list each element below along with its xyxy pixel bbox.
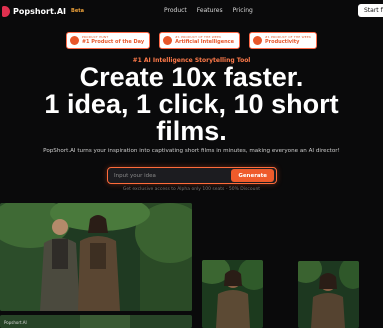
explorer-portrait-image <box>202 260 263 328</box>
nav-features[interactable]: Features <box>197 7 223 14</box>
badge-productivity[interactable]: #1 PRODUCT OF THE WEEK Productivity <box>249 32 318 49</box>
beta-badge: Beta <box>71 8 84 14</box>
badge-product-of-day[interactable]: PRODUCT HUNT #1 Product of the Day <box>65 32 151 49</box>
generate-button[interactable]: Generate <box>231 169 274 182</box>
hero-subtitle: PopShort.AI turns your inspiration into … <box>43 148 340 154</box>
top-nav: Product Features Pricing <box>164 7 253 14</box>
gallery-image-bottom-strip[interactable]: Popshort.AI <box>0 315 192 328</box>
start-free-button[interactable]: Start for free <box>358 4 383 17</box>
logo-icon <box>2 5 10 17</box>
gallery-image-explorer-2[interactable] <box>298 261 359 328</box>
badge-title: Artificial Intelligence <box>175 39 235 45</box>
brand-name: Popshort.AI <box>13 6 67 16</box>
headline-line-2: 1 idea, 1 click, 10 short <box>44 89 339 119</box>
badge-title: #1 Product of the Day <box>81 39 145 45</box>
medal-icon <box>163 36 173 45</box>
hero-headline: Create 10x faster. 1 idea, 1 click, 10 s… <box>0 64 383 145</box>
idea-form: Generate <box>107 167 277 184</box>
badge-title: Productivity <box>265 39 300 45</box>
nav-product[interactable]: Product <box>164 7 187 14</box>
headline-line-3: films. <box>156 116 227 146</box>
badge-artificial-intelligence[interactable]: #1 PRODUCT OF THE WEEK Artificial Intell… <box>159 32 241 49</box>
gallery-image-explorer-1[interactable] <box>202 260 263 328</box>
gallery-image-jungle-duo[interactable] <box>0 203 192 311</box>
idea-input[interactable] <box>108 168 232 183</box>
medal-icon <box>69 36 79 45</box>
scene-thumbnail-image <box>0 315 192 328</box>
medal-icon <box>253 36 263 45</box>
nav-pricing[interactable]: Pricing <box>233 7 253 14</box>
award-badges: PRODUCT HUNT #1 Product of the Day #1 PR… <box>0 32 383 49</box>
alpha-offer-note: Get exclusive access to Alpha only 100 s… <box>122 187 261 192</box>
headline-line-1: Create 10x faster. <box>79 62 304 92</box>
brand-logo[interactable]: Popshort.AI Beta <box>2 4 84 18</box>
jungle-scene-image <box>0 203 192 311</box>
watermark-label: Popshort.AI <box>4 320 27 325</box>
explorer-portrait-image <box>298 261 359 328</box>
